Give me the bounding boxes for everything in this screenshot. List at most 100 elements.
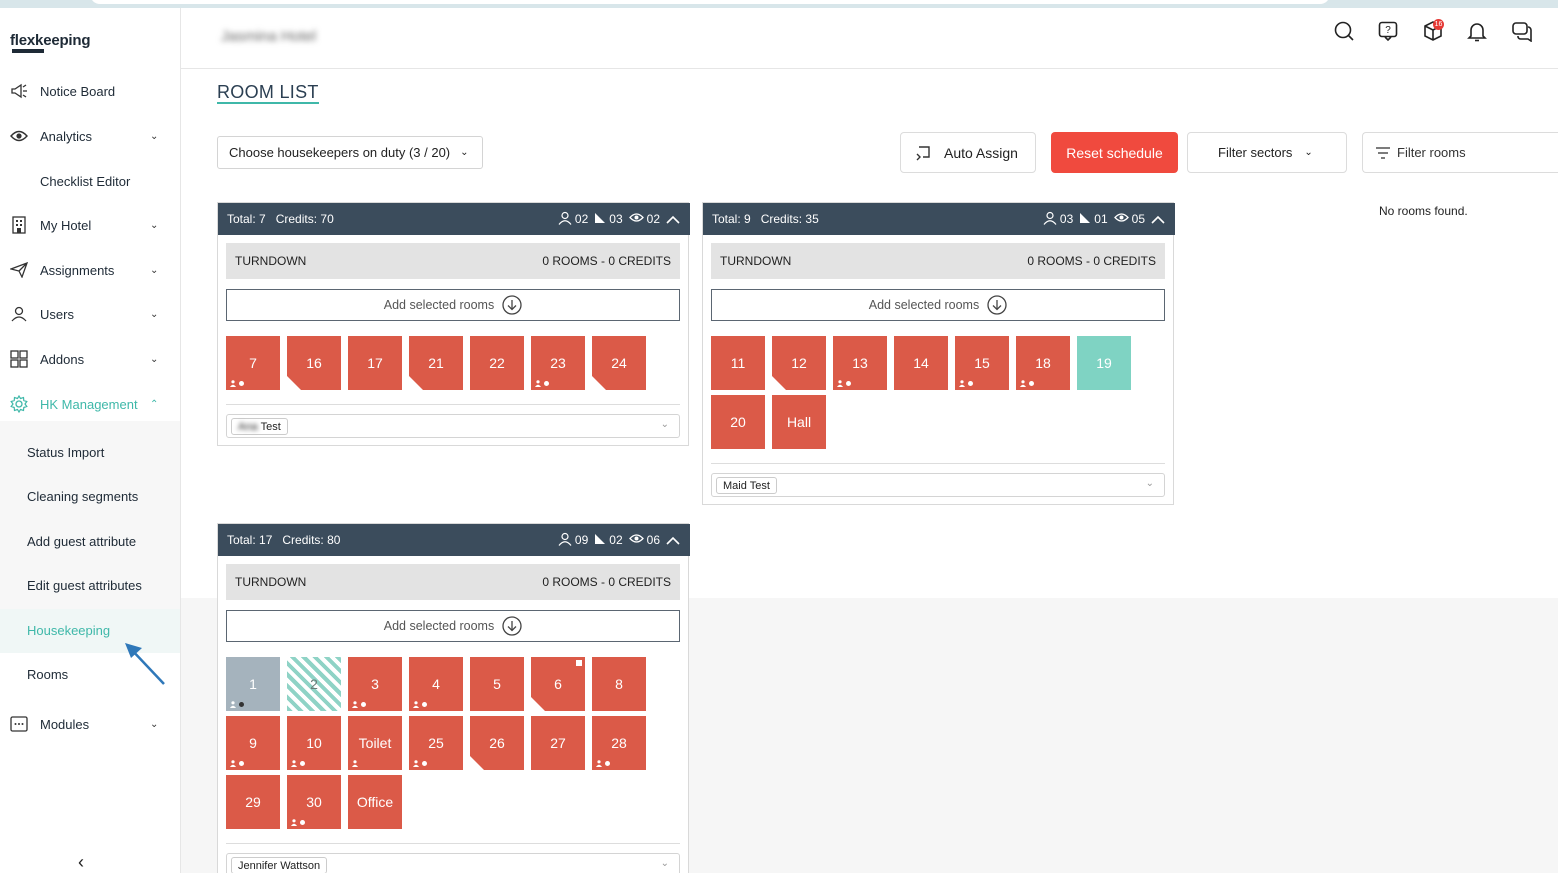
subnav-item-rooms[interactable]: Rooms [27, 667, 68, 682]
room-tile[interactable]: 20 [711, 395, 765, 449]
search-icon[interactable] [1333, 20, 1355, 42]
room-tile[interactable]: 9 [226, 716, 280, 770]
guest-icon [596, 760, 602, 767]
assignee-tag[interactable]: Ana Test [231, 418, 288, 435]
room-number: 2 [310, 676, 318, 692]
assignee-select[interactable]: Ana Test ⌄ [226, 414, 680, 438]
panel-summary: Total: 17 Credits: 80 [227, 533, 340, 547]
panel-header[interactable]: Total: 9 Credits: 35 03 01 05 [703, 203, 1175, 235]
room-number: Office [356, 794, 394, 810]
turndown-row[interactable]: TURNDOWN 0 ROOMS - 0 CREDITS [226, 564, 680, 600]
room-tile[interactable]: 25 [409, 716, 463, 770]
auto-assign-label: Auto Assign [944, 144, 1018, 161]
eye-icon [1113, 212, 1129, 226]
turndown-row[interactable]: TURNDOWN 0 ROOMS - 0 CREDITS [711, 243, 1165, 279]
room-tile[interactable]: 15 [955, 336, 1009, 390]
sidebar-item-notice-board[interactable]: Notice Board [0, 71, 180, 111]
subnav-item-cleaning-segments[interactable]: Cleaning segments [27, 489, 138, 504]
room-tile[interactable]: 5 [470, 657, 524, 711]
room-tile[interactable]: 27 [531, 716, 585, 770]
room-tile[interactable]: 10 [287, 716, 341, 770]
room-tile[interactable]: 22 [470, 336, 524, 390]
collapse-panel-icon[interactable] [666, 215, 680, 224]
room-tile[interactable]: 3 [348, 657, 402, 711]
room-tile[interactable]: 30 [287, 775, 341, 829]
room-tile[interactable]: 13 [833, 336, 887, 390]
room-tile[interactable]: 14 [894, 336, 948, 390]
room-tile[interactable]: 4 [409, 657, 463, 711]
collapse-panel-icon[interactable] [666, 536, 680, 545]
add-selected-rooms-button[interactable]: Add selected rooms [226, 610, 680, 642]
sidebar-item-hk-management[interactable]: HK Management ⌃ [0, 384, 180, 424]
room-tile[interactable]: 12 [772, 336, 826, 390]
sidebar-item-checklist-editor[interactable]: Checklist Editor [0, 161, 180, 201]
subnav-item-housekeeping[interactable]: Housekeeping [27, 623, 110, 638]
help-icon[interactable]: ? [1377, 20, 1399, 42]
add-selected-rooms-button[interactable]: Add selected rooms [226, 289, 680, 321]
assignee-tag[interactable]: Maid Test [716, 477, 777, 494]
subnav-item-add-guest-attribute[interactable]: Add guest attribute [27, 534, 136, 549]
add-selected-rooms-label: Add selected rooms [868, 298, 980, 312]
add-selected-rooms-button[interactable]: Add selected rooms [711, 289, 1165, 321]
room-tile[interactable]: Hall [772, 395, 826, 449]
room-tile[interactable]: 17 [348, 336, 402, 390]
room-tile[interactable]: 18 [1016, 336, 1070, 390]
sidebar-item-label: Addons [40, 351, 85, 367]
room-tile[interactable]: 21 [409, 336, 463, 390]
svg-text:?: ? [1385, 25, 1391, 36]
hotel-name[interactable]: Jasmina Hotel [221, 28, 316, 45]
stat-users: 03 [1043, 211, 1073, 228]
room-number: 27 [550, 735, 566, 751]
room-tile[interactable]: 2 [287, 657, 341, 711]
collapse-sidebar-button[interactable]: ‹ [78, 852, 84, 873]
room-tile[interactable]: Office [348, 775, 402, 829]
turndown-label: TURNDOWN [235, 254, 307, 268]
room-number: 28 [611, 735, 627, 751]
subnav-item-status-import[interactable]: Status Import [27, 445, 104, 460]
auto-assign-button[interactable]: Auto Assign [900, 132, 1036, 173]
auto-assign-icon [916, 146, 930, 161]
panel-total: Total: 9 [712, 212, 751, 226]
panel-header[interactable]: Total: 17 Credits: 80 09 02 06 [218, 524, 690, 556]
room-tile[interactable]: 26 [470, 716, 524, 770]
panel-credits: Credits: 35 [760, 212, 819, 226]
room-tile[interactable]: 23 [531, 336, 585, 390]
turndown-row[interactable]: TURNDOWN 0 ROOMS - 0 CREDITS [226, 243, 680, 279]
sidebar-item-analytics[interactable]: Analytics ⌄ [0, 116, 180, 156]
room-tile[interactable]: 8 [592, 657, 646, 711]
eye-icon [628, 212, 644, 226]
room-tile[interactable]: 7 [226, 336, 280, 390]
bell-icon[interactable] [1466, 20, 1488, 42]
assignee-tag[interactable]: Jennifer Wattson [231, 857, 328, 873]
send-icon [10, 261, 28, 279]
sidebar-item-users[interactable]: Users ⌄ [0, 294, 180, 334]
brand-logo[interactable]: flexkeeping [10, 32, 91, 49]
subnav-item-edit-guest-attributes[interactable]: Edit guest attributes [27, 578, 142, 593]
panel-header[interactable]: Total: 7 Credits: 70 02 03 02 [218, 203, 690, 235]
collapse-panel-icon[interactable] [1151, 215, 1165, 224]
room-tile[interactable]: 29 [226, 775, 280, 829]
room-tile[interactable]: 1 [226, 657, 280, 711]
room-tile[interactable]: 11 [711, 336, 765, 390]
sidebar-item-modules[interactable]: Modules ⌄ [0, 704, 180, 744]
assignee-select[interactable]: Jennifer Wattson ⌄ [226, 853, 680, 873]
room-tile[interactable]: 24 [592, 336, 646, 390]
room-tile[interactable]: Toilet [348, 716, 402, 770]
stat-views: 05 [1113, 212, 1145, 226]
room-tile[interactable]: 28 [592, 716, 646, 770]
sidebar-item-my-hotel[interactable]: My Hotel ⌄ [0, 205, 180, 245]
assignee-select[interactable]: Maid Test ⌄ [711, 473, 1165, 497]
room-number: 15 [974, 355, 990, 371]
sidebar-item-addons[interactable]: Addons ⌄ [0, 339, 180, 379]
filter-rooms-input[interactable]: Filter rooms [1362, 132, 1558, 173]
chat-icon[interactable] [1511, 20, 1533, 42]
housekeepers-on-duty-select[interactable]: Choose housekeepers on duty (3 / 20) ⌄ [217, 136, 483, 169]
room-tile[interactable]: 16 [287, 336, 341, 390]
room-tile[interactable]: 6 [531, 657, 585, 711]
sidebar-item-assignments[interactable]: Assignments ⌄ [0, 250, 180, 290]
reset-schedule-button[interactable]: Reset schedule [1051, 132, 1178, 173]
turndown-count: 0 ROOMS - 0 CREDITS [542, 575, 671, 589]
filter-sectors-button[interactable]: Filter sectors ⌄ [1187, 132, 1347, 173]
chevron-down-icon: ⌄ [1304, 147, 1313, 158]
room-tile[interactable]: 19 [1077, 336, 1131, 390]
